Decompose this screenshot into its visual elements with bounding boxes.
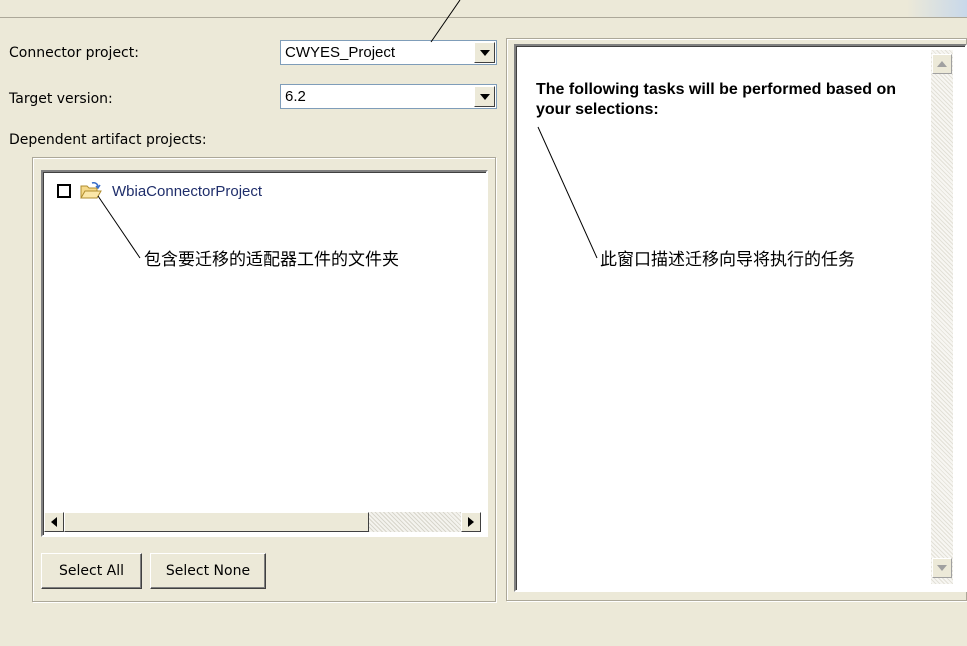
- title-gradient: [907, 0, 967, 17]
- connector-project-value: CWYES_Project: [285, 44, 396, 61]
- scroll-up-button[interactable]: [932, 54, 952, 74]
- target-version-label: Target version:: [9, 91, 113, 107]
- tree-item[interactable]: WbiaConnectorProject: [57, 181, 262, 201]
- arrow-up-icon: [937, 61, 947, 67]
- horizontal-scrollbar[interactable]: [44, 512, 481, 532]
- connector-project-dropdown-button[interactable]: [474, 42, 495, 63]
- tree-item-label: WbiaConnectorProject: [112, 182, 263, 200]
- target-version-combo[interactable]: 6.2: [280, 84, 497, 109]
- connector-project-combo[interactable]: CWYES_Project: [280, 40, 497, 65]
- target-version-value: 6.2: [285, 88, 306, 105]
- scroll-track[interactable]: [369, 512, 461, 532]
- arrow-left-icon: [51, 517, 57, 527]
- scroll-thumb[interactable]: [64, 512, 369, 532]
- top-window-edge: [0, 0, 967, 18]
- chevron-down-icon: [479, 93, 490, 100]
- folder-annotation: 包含要迁移的适配器工件的文件夹: [144, 250, 399, 270]
- dependent-projects-label: Dependent artifact projects:: [9, 132, 207, 148]
- chevron-down-icon: [479, 49, 490, 56]
- connector-project-label: Connector project:: [9, 45, 139, 61]
- scroll-left-button[interactable]: [44, 512, 64, 532]
- select-none-button[interactable]: Select None: [150, 553, 266, 589]
- folder-icon: [80, 182, 102, 200]
- scroll-down-button[interactable]: [932, 558, 952, 578]
- window-annotation: 此窗口描述迁移向导将执行的任务: [600, 250, 855, 270]
- select-all-button[interactable]: Select All: [41, 553, 142, 589]
- scroll-right-button[interactable]: [461, 512, 481, 532]
- arrow-right-icon: [468, 517, 474, 527]
- target-version-dropdown-button[interactable]: [474, 86, 495, 107]
- project-checkbox[interactable]: [57, 184, 71, 198]
- tasks-heading: The following tasks will be performed ba…: [536, 81, 897, 118]
- dependent-projects-tree[interactable]: WbiaConnectorProject: [41, 170, 488, 537]
- vertical-scrollbar[interactable]: [931, 50, 953, 584]
- tasks-description-panel: The following tasks will be performed ba…: [514, 44, 967, 592]
- arrow-down-icon: [937, 565, 947, 571]
